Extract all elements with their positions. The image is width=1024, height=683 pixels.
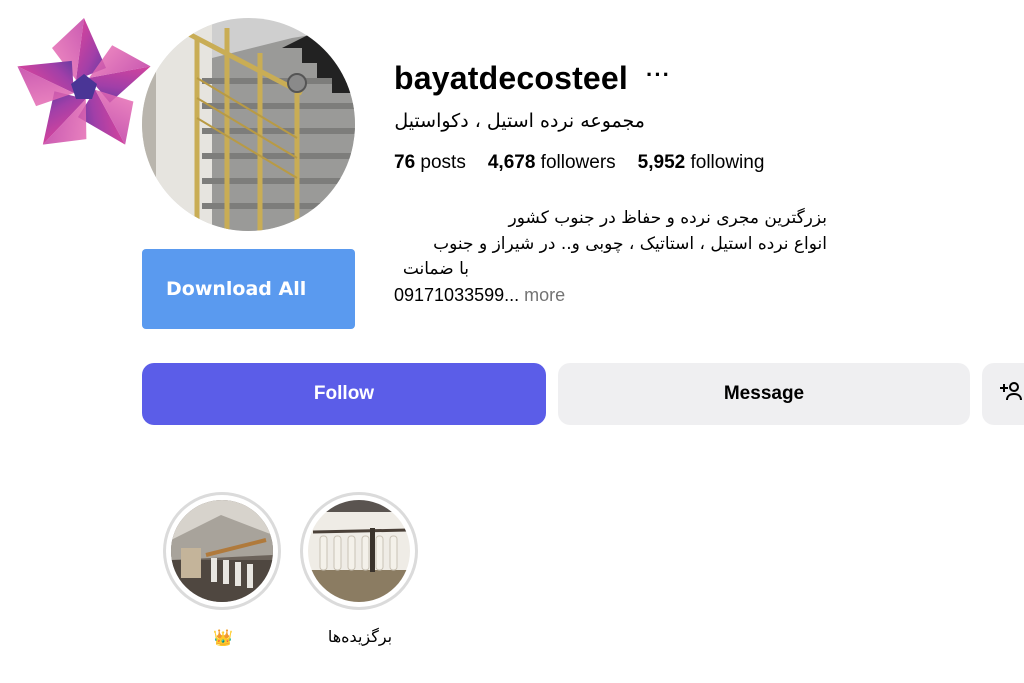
more-options-icon[interactable]: ··· <box>646 62 671 88</box>
followers-label: followers <box>540 152 616 173</box>
suggest-users-button[interactable] <box>982 363 1024 425</box>
highlight-ring <box>300 492 418 610</box>
posts-stat[interactable]: 76 posts <box>394 152 466 174</box>
follow-button[interactable]: Follow <box>142 363 546 425</box>
profile-username: bayatdecosteel <box>394 60 629 96</box>
posts-label: posts <box>420 152 466 173</box>
add-user-icon <box>1000 379 1024 409</box>
following-count: 5,952 <box>637 152 686 173</box>
bio-more-link[interactable]: more <box>524 285 565 305</box>
bio-phone-line: 09171033599... more <box>394 283 827 309</box>
followers-count: 4,678 <box>487 152 536 173</box>
profile-stats: 76 posts 4,678 followers 5,952 following <box>394 152 764 174</box>
highlight-cover <box>308 500 410 602</box>
story-highlight-2[interactable] <box>300 492 418 610</box>
posts-count: 76 <box>394 152 416 173</box>
profile-bio: بزرگترین مجری نرده و حفاظ در جنوب کشور ا… <box>394 206 827 308</box>
profile-avatar[interactable] <box>142 18 355 231</box>
message-button[interactable]: Message <box>558 363 970 425</box>
followers-stat[interactable]: 4,678 followers <box>488 152 616 174</box>
highlight-ring <box>163 492 281 610</box>
highlight-2-label: برگزیده‌ها <box>327 627 393 646</box>
highlight-cover <box>171 500 273 602</box>
following-stat[interactable]: 5,952 following <box>638 152 765 174</box>
bio-line-1: بزرگترین مجری نرده و حفاظ در جنوب کشور <box>508 208 827 228</box>
brand-logo <box>10 14 158 162</box>
profile-full-name: مجموعه نرده استیل ، دکواستیل <box>394 110 645 132</box>
following-label: following <box>690 152 765 173</box>
story-highlight-1[interactable] <box>163 492 281 610</box>
download-all-button[interactable]: Download All <box>142 249 355 329</box>
bio-line-3: با ضمانت <box>402 259 469 279</box>
bio-phone: 09171033599... <box>394 284 520 305</box>
highlight-1-label: 👑 <box>213 628 233 647</box>
bio-line-2: انواع نرده استیل ، استاتیک ، چوبی و.. در… <box>433 233 827 254</box>
